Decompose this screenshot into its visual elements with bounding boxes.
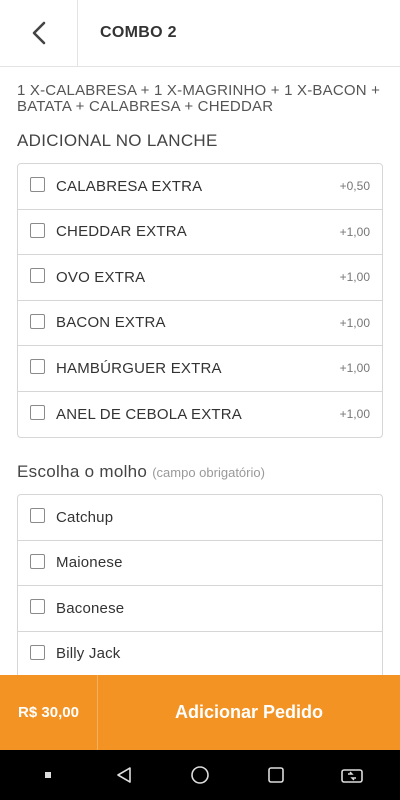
add-order-button[interactable]: Adicionar Pedido bbox=[98, 675, 400, 750]
sauce-title: Escolha o molho bbox=[17, 462, 148, 481]
sauce-label: Baconese bbox=[56, 599, 125, 617]
addon-option[interactable]: BACON EXTRA +1,00 bbox=[18, 301, 382, 346]
sauce-option[interactable]: Billy Jack bbox=[18, 632, 382, 676]
switch-app-icon bbox=[341, 769, 363, 783]
sauce-label: Maionese bbox=[56, 554, 123, 572]
addon-price: +0,50 bbox=[339, 179, 370, 194]
required-hint: (campo obrigatório) bbox=[152, 465, 265, 480]
addons-list: CALABRESA EXTRA +0,50 CHEDDAR EXTRA +1,0… bbox=[17, 163, 383, 438]
sauce-label: Billy Jack bbox=[56, 645, 121, 663]
addon-option[interactable]: ANEL DE CEBOLA EXTRA +1,00 bbox=[18, 392, 382, 438]
addon-price: +1,00 bbox=[339, 270, 370, 285]
addon-option[interactable]: CHEDDAR EXTRA +1,00 bbox=[18, 210, 382, 255]
addon-label: CHEDDAR EXTRA bbox=[56, 223, 187, 241]
nav-home-button[interactable] bbox=[175, 750, 225, 800]
addon-label: BACON EXTRA bbox=[56, 314, 166, 332]
sauce-option[interactable]: Maionese bbox=[18, 541, 382, 586]
triangle-back-icon bbox=[117, 767, 131, 783]
addon-label: OVO EXTRA bbox=[56, 268, 146, 286]
system-nav-bar bbox=[0, 750, 400, 800]
addon-label: ANEL DE CEBOLA EXTRA bbox=[56, 405, 243, 423]
addon-price: +1,00 bbox=[339, 361, 370, 376]
order-footer: R$ 30,00 Adicionar Pedido bbox=[0, 675, 400, 750]
addon-option[interactable]: HAMBÚRGUER EXTRA +1,00 bbox=[18, 346, 382, 392]
addon-label: HAMBÚRGUER EXTRA bbox=[56, 359, 222, 377]
circle-home-icon bbox=[191, 766, 209, 784]
sauce-label: Catchup bbox=[56, 508, 114, 526]
addon-option[interactable]: CALABRESA EXTRA +0,50 bbox=[18, 164, 382, 210]
checkbox[interactable] bbox=[30, 222, 45, 238]
checkbox[interactable] bbox=[30, 553, 45, 569]
addons-section-title: ADICIONAL NO LANCHE bbox=[17, 131, 218, 150]
addon-price: +1,00 bbox=[339, 224, 370, 239]
addon-label: CALABRESA EXTRA bbox=[56, 177, 203, 195]
nav-dot-button[interactable] bbox=[23, 750, 73, 800]
page-title: COMBO 2 bbox=[100, 24, 177, 41]
checkbox[interactable] bbox=[30, 508, 45, 524]
nav-switch-app-button[interactable] bbox=[327, 750, 377, 800]
checkbox[interactable] bbox=[30, 599, 45, 615]
checkbox[interactable] bbox=[30, 177, 45, 193]
sauce-option[interactable]: Baconese bbox=[18, 586, 382, 632]
addon-option[interactable]: OVO EXTRA +1,00 bbox=[18, 255, 382, 301]
nav-recents-button[interactable] bbox=[251, 750, 301, 800]
checkbox[interactable] bbox=[30, 359, 45, 375]
sauce-section-title: Escolha o molho (campo obrigatório) bbox=[17, 462, 383, 482]
product-description: 1 X-CALABRESA + 1 X-MAGRINHO + 1 X-BACON… bbox=[17, 82, 381, 115]
addon-price: +1,00 bbox=[339, 407, 370, 422]
nav-back-button[interactable] bbox=[99, 750, 149, 800]
app-header: COMBO 2 bbox=[0, 0, 400, 67]
product-options[interactable]: 1 X-CALABRESA + 1 X-MAGRINHO + 1 X-BACON… bbox=[0, 67, 400, 675]
chevron-left-icon bbox=[32, 21, 45, 45]
checkbox[interactable] bbox=[30, 644, 45, 660]
checkbox[interactable] bbox=[30, 268, 45, 284]
back-button[interactable] bbox=[0, 0, 78, 67]
sauce-option[interactable]: Catchup bbox=[18, 495, 382, 541]
checkbox[interactable] bbox=[30, 405, 45, 421]
sauce-list: Catchup Maionese Baconese Billy Jack bbox=[17, 494, 383, 675]
total-price: R$ 30,00 bbox=[0, 675, 98, 750]
dot-icon bbox=[45, 772, 51, 778]
checkbox[interactable] bbox=[30, 313, 45, 329]
addon-price: +1,00 bbox=[339, 315, 370, 330]
square-recents-icon bbox=[268, 767, 284, 783]
